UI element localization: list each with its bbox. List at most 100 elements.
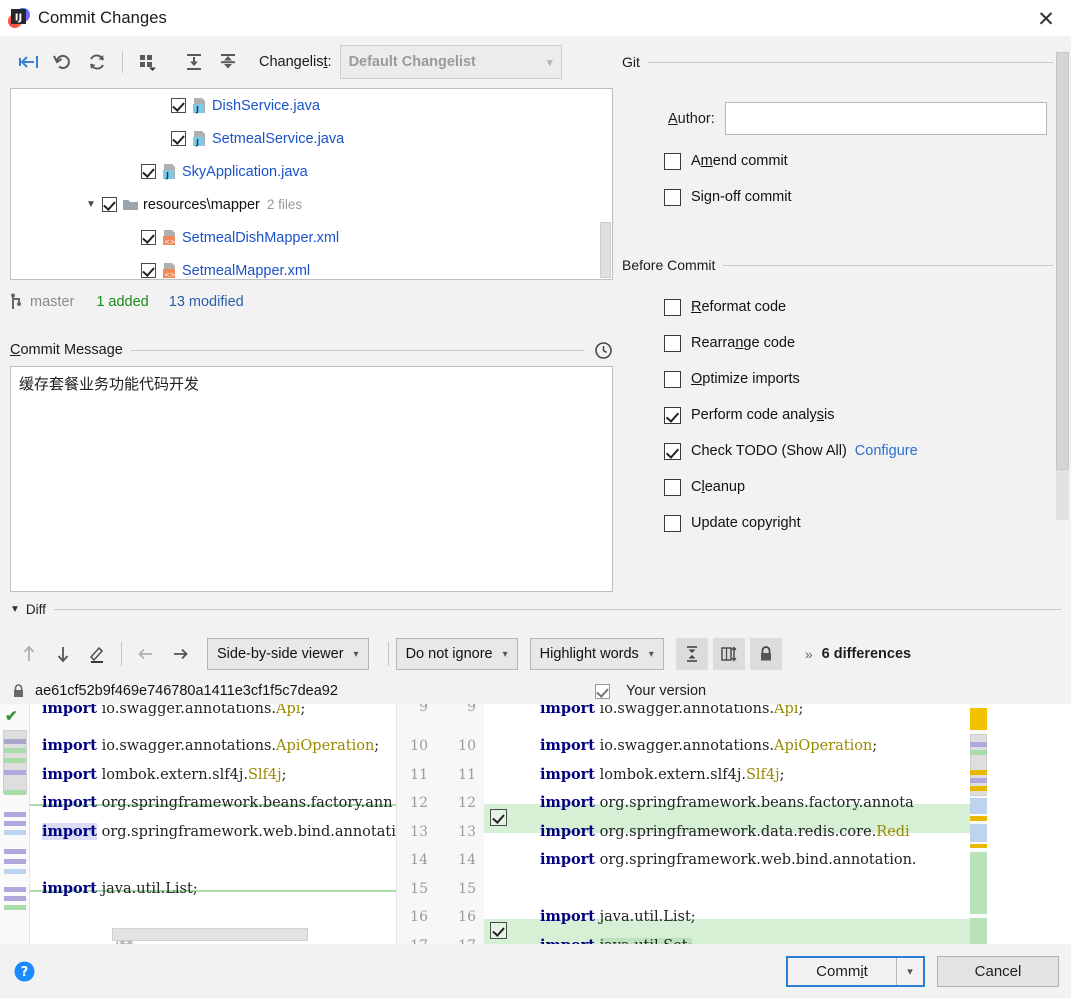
your-version-checkbox[interactable] (595, 683, 610, 699)
diff-marker (970, 786, 987, 791)
changelist-label: Changelist: (259, 54, 332, 70)
help-icon[interactable]: ? (14, 961, 35, 982)
table-row[interactable]: <> SetmealDishMapper.xml (11, 221, 612, 254)
author-field[interactable] (724, 102, 1047, 135)
file-checkbox[interactable] (141, 230, 156, 245)
checkbox-label: Amend commit (691, 153, 788, 169)
perform-code-analysis-checkbox[interactable]: Perform code analysis (622, 397, 1071, 433)
line-number: 16 (410, 909, 428, 925)
diff-marker (4, 869, 26, 874)
svg-text:J: J (165, 171, 169, 180)
file-checkbox[interactable] (171, 131, 186, 146)
right-diff-minimap[interactable] (970, 704, 987, 944)
cleanup-checkbox[interactable]: Cleanup (622, 469, 1071, 505)
refresh-icon[interactable] (80, 45, 114, 79)
sign-off-commit-checkbox[interactable]: Sign-off commit (622, 179, 1071, 215)
chevron-down-icon: ▾ (502, 648, 508, 660)
commit-message-input[interactable]: 缓存套餐业务功能代码开发 (10, 366, 613, 592)
chevron-down-icon: ▾ (547, 56, 553, 69)
table-row[interactable]: J SetmealService.java (11, 122, 612, 155)
chevron-down-icon[interactable]: ▼ (83, 197, 99, 213)
checkbox-label: Rearrange code (691, 335, 796, 351)
revert-icon[interactable] (46, 45, 80, 79)
table-row[interactable]: <> SetmealMapper.xml (11, 254, 612, 279)
group-by-icon[interactable] (131, 45, 165, 79)
update-copyright-checkbox[interactable]: Update copyright (622, 505, 1071, 541)
commit-options-panel: Git Author: Amend commit Sign-off commit… (622, 52, 1071, 552)
table-row[interactable]: ▼ resources\mapper 2 files (11, 188, 612, 221)
diff-section-header[interactable]: ▼ Diff (10, 598, 1061, 620)
svg-text:IJ: IJ (15, 13, 22, 24)
file-checkbox[interactable] (171, 98, 186, 113)
clock-history-icon[interactable] (594, 341, 613, 360)
reformat-code-checkbox[interactable]: Reformat code (622, 289, 1071, 325)
expand-arrows-icon[interactable]: » (805, 646, 813, 662)
commit-button[interactable]: Commit ▾ (786, 956, 925, 987)
diff-marker (4, 758, 26, 763)
viewer-mode-dropdown[interactable]: Side-by-side viewer ▾ (207, 638, 369, 670)
previous-difference-icon[interactable] (12, 637, 46, 671)
author-label: Author: (668, 110, 715, 127)
check-icon: ✔ (5, 708, 18, 725)
line-number: 11 (410, 766, 428, 783)
diff-marker (970, 844, 987, 848)
code-line: import lombok.extern.slf4j.Slf4j; (42, 765, 287, 783)
amend-commit-checkbox[interactable]: Amend commit (622, 143, 1071, 179)
changelist-dropdown[interactable]: Default Changelist ▾ (339, 45, 562, 79)
scrollbar-thumb[interactable] (1056, 52, 1069, 470)
collapse-unchanged-icon[interactable] (675, 638, 708, 670)
changes-status-bar: master 1 added 13 modified (10, 288, 613, 316)
expand-all-icon[interactable] (177, 45, 211, 79)
folder-checkbox[interactable] (102, 197, 117, 212)
read-only-lock-icon[interactable] (749, 638, 782, 670)
optimize-imports-checkbox[interactable]: Optimize imports (622, 361, 1071, 397)
table-row[interactable]: J DishService.java (11, 89, 612, 122)
code-line: import org.springframework.web.bind.anno… (540, 851, 917, 868)
changed-files-tree[interactable]: J DishService.java J SetmealService.java (10, 88, 613, 280)
file-checkbox[interactable] (141, 263, 156, 278)
table-row[interactable]: J SkyApplication.java (11, 155, 612, 188)
window-title: Commit Changes (38, 8, 167, 27)
changelist-value: Default Changelist (348, 54, 476, 70)
rearrange-code-checkbox[interactable]: Rearrange code (622, 325, 1071, 361)
configure-link[interactable]: Configure (855, 443, 918, 459)
accept-right-icon[interactable] (163, 637, 197, 671)
ignore-mode-dropdown[interactable]: Do not ignore ▾ (395, 638, 518, 670)
code-line: import io.swagger.annotations.Api; (540, 704, 804, 717)
next-difference-icon[interactable] (46, 637, 80, 671)
code-line: import org.springframework.web.bind.anno… (42, 822, 396, 840)
close-icon[interactable]: ✕ (1031, 6, 1061, 32)
accept-left-icon[interactable] (129, 637, 163, 671)
triangle-down-icon[interactable]: ▼ (10, 604, 20, 615)
chevron-down-icon[interactable]: ▾ (897, 965, 923, 978)
diff-marker (4, 896, 26, 901)
left-horizontal-scrollbar[interactable] (112, 928, 308, 941)
check-todo-checkbox[interactable]: Check TODO (Show All) Configure (622, 433, 1071, 469)
git-branch-icon (10, 293, 24, 311)
line-number: 16 (458, 909, 476, 925)
tree-scrollbar[interactable] (600, 222, 611, 278)
left-revision-hash: ae61cf52b9f469e746780a1411e3cf1f5c7dea92 (35, 683, 338, 699)
cancel-button[interactable]: Cancel (937, 956, 1059, 987)
file-checkbox[interactable] (141, 164, 156, 179)
file-name: SetmealDishMapper.xml (182, 229, 340, 246)
synchronize-scrolling-icon[interactable] (712, 638, 745, 670)
left-diff-gutter[interactable]: ✔ (0, 704, 30, 944)
diff-viewer[interactable]: ✔ import io.swagger.annotations.Api; imp… (0, 704, 1071, 944)
highlight-mode-dropdown[interactable]: Highlight words ▾ (529, 638, 664, 670)
code-line: import org.springframework.data.redis.co… (540, 822, 910, 840)
git-section-title: Git (622, 54, 640, 70)
accept-change-checkbox[interactable] (490, 809, 507, 826)
right-diff-pane[interactable]: 9 10 11 12 13 14 15 16 17 import io.swag… (440, 704, 970, 944)
show-diff-icon[interactable] (12, 45, 46, 79)
diff-revision-bar: ae61cf52b9f469e746780a1411e3cf1f5c7dea92… (12, 678, 1071, 704)
edit-source-icon[interactable] (80, 637, 114, 671)
diff-marker (4, 830, 26, 835)
collapse-all-icon[interactable] (211, 45, 245, 79)
left-diff-pane[interactable]: import io.swagger.annotations.Api; impor… (30, 704, 440, 944)
your-version-text: Your version (626, 683, 707, 699)
options-scrollbar[interactable] (1056, 52, 1069, 520)
file-name: SetmealMapper.xml (182, 262, 311, 279)
checkbox-box (664, 478, 681, 496)
accept-change-checkbox[interactable] (490, 922, 507, 939)
